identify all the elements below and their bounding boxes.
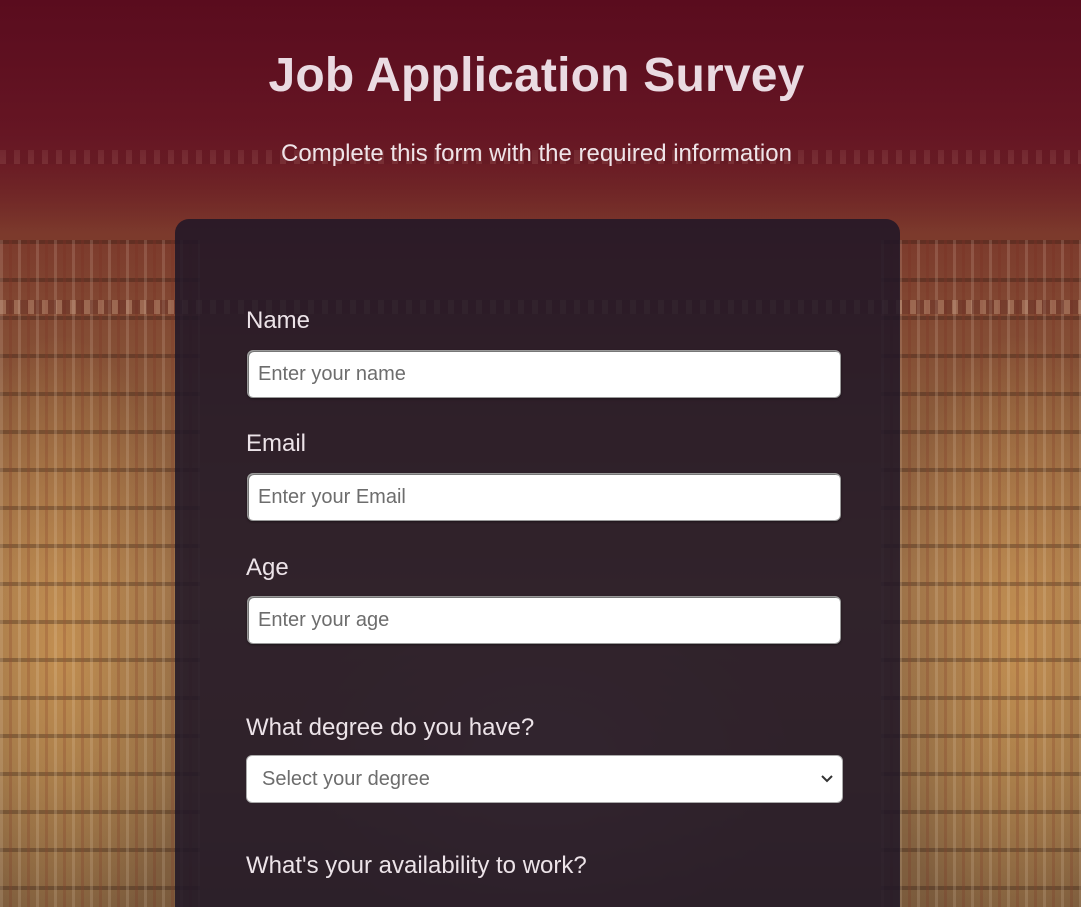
degree-label: What degree do you have? (246, 714, 535, 741)
email-label: Email (246, 430, 307, 457)
availability-label: What's your availability to work? (246, 852, 587, 879)
degree-select-value: Select your degree (262, 767, 430, 790)
age-input[interactable] (247, 596, 841, 644)
bookshelves-right-decoration (881, 240, 1081, 907)
header-overlay (0, 0, 1081, 230)
page-subtitle: Complete this form with the required inf… (281, 140, 792, 167)
chevron-down-icon (821, 775, 833, 783)
degree-select[interactable]: Select your degree (246, 755, 843, 803)
page-title: Job Application Survey (268, 49, 805, 102)
name-label: Name (246, 307, 311, 334)
age-label: Age (246, 554, 289, 581)
bookshelves-left-decoration (0, 240, 200, 907)
name-input[interactable] (247, 350, 841, 398)
survey-form: Name Email Age What degree do you have? … (175, 219, 900, 907)
survey-page: Job Application Survey Complete this for… (0, 0, 1081, 907)
email-input[interactable] (247, 473, 841, 521)
